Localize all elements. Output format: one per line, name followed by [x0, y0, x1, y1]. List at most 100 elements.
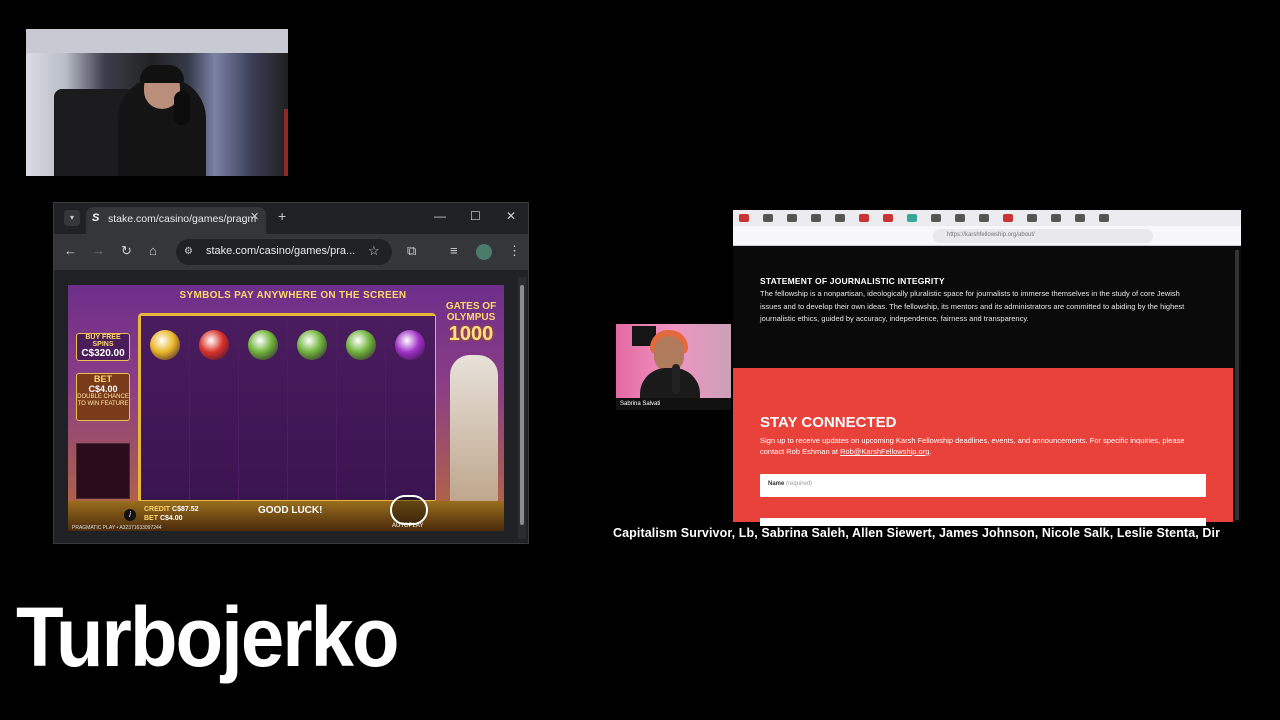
home-icon[interactable]: ⌂: [149, 243, 157, 258]
media-icon[interactable]: ≡: [450, 243, 458, 258]
provider-footer: PRAGMATIC PLAY • A32371633097244: [72, 525, 162, 531]
maximize-icon[interactable]: ☐: [470, 209, 481, 223]
zeus-character: [450, 355, 498, 505]
tab-title: stake.com/casino/games/pragm: [108, 213, 257, 225]
browser-tab-icon[interactable]: [955, 214, 965, 222]
reel-symbol: [150, 330, 180, 360]
forward-icon[interactable]: →: [92, 243, 105, 258]
browser-tab-icon[interactable]: [979, 214, 989, 222]
game-logo-title: GATES OF OLYMPUS: [445, 301, 497, 323]
slot-banner: SYMBOLS PAY ANYWHERE ON THE SCREEN: [179, 290, 407, 301]
slot-left-panel: BUY FREE SPINS C$320.00 BET C$4.00 DOUBL…: [70, 293, 130, 513]
browser-tab-icon[interactable]: [811, 214, 821, 222]
casino-browser-window: ▾ stake.com/casino/games/pragm S ✕ + — ☐…: [53, 202, 529, 544]
guest-address-bar[interactable]: https://karshfellowship.org/about/: [933, 229, 1153, 243]
statement-body: The fellowship is a nonpartisan, ideolog…: [760, 289, 1185, 323]
tab-bar: ▾ stake.com/casino/games/pragm S ✕ + — ☐…: [54, 203, 528, 234]
name-field[interactable]: Name (required): [760, 474, 1206, 497]
guest-name-label: Sabrina Salvati: [616, 398, 731, 410]
browser-tab-icon[interactable]: [1099, 214, 1109, 222]
browser-tab-icon[interactable]: [1051, 214, 1061, 222]
supporter-ticker: Capitalism Survivor, Lb, Sabrina Saleh, …: [613, 526, 1221, 540]
slot-side-box: [76, 443, 130, 499]
name-required: (required): [786, 481, 813, 487]
bookmark-star-icon[interactable]: ☆: [368, 243, 380, 259]
double-chance-button[interactable]: BET C$4.00 DOUBLE CHANCE TO WIN FEATURE: [76, 373, 130, 421]
webcam-cap: [140, 65, 184, 83]
autoplay-button[interactable]: AUTOPLAY: [392, 523, 423, 529]
guest-nav-bar: https://karshfellowship.org/about/: [733, 226, 1241, 246]
info-icon[interactable]: i: [124, 509, 136, 521]
stay-connected-section: STAY CONNECTED Sign up to receive update…: [733, 368, 1233, 526]
spin-button[interactable]: [390, 495, 428, 525]
reload-icon[interactable]: ↻: [121, 243, 132, 259]
address-bar[interactable]: stake.com/casino/games/pra...: [176, 239, 392, 265]
browser-tab-icon[interactable]: [931, 214, 941, 222]
game-logo: GATES OF OLYMPUS 1000: [440, 301, 502, 345]
guest-url-text: https://karshfellowship.org/about/: [947, 232, 1035, 238]
credit-display: CREDIT C$87.52 BET C$4.00: [144, 505, 198, 523]
reel-grid: [138, 313, 436, 503]
reel-symbol: [297, 330, 327, 360]
browser-tab-icon[interactable]: [763, 214, 773, 222]
webcam-ceiling: [26, 29, 288, 53]
browser-tab-icon[interactable]: [883, 214, 893, 222]
buy-free-spins-button[interactable]: BUY FREE SPINS C$320.00: [76, 333, 130, 361]
reel-symbol: [346, 330, 376, 360]
next-field[interactable]: [760, 518, 1206, 526]
free-spins-label: BUY FREE SPINS: [85, 334, 121, 348]
browser-tab-icon[interactable]: [739, 214, 749, 222]
stay-connected-title: STAY CONNECTED: [760, 414, 897, 431]
window-close-icon[interactable]: ✕: [506, 209, 516, 223]
slot-game: SYMBOLS PAY ANYWHERE ON THE SCREEN BUY F…: [68, 285, 504, 531]
good-luck-text: GOOD LUCK!: [258, 505, 323, 516]
bet-value: C$4.00: [88, 384, 118, 394]
name-label: Name: [768, 481, 785, 487]
browser-tab[interactable]: stake.com/casino/games/pragm: [86, 207, 266, 234]
guest-scrollbar[interactable]: [1235, 250, 1239, 520]
more-menu-icon[interactable]: ⋮: [508, 243, 521, 259]
profile-avatar[interactable]: [476, 244, 492, 260]
browser-tab-icon[interactable]: [835, 214, 845, 222]
guest-tab-bar: [733, 210, 1241, 226]
browser-tab-icon[interactable]: [907, 214, 917, 222]
statement-title: STATEMENT OF JOURNALISTIC INTEGRITY: [760, 276, 945, 286]
bet-bottom-value: C$4.00: [159, 515, 183, 522]
microphone: [174, 91, 190, 125]
reel-symbol: [395, 330, 425, 360]
extensions-icon[interactable]: ⧉: [407, 243, 416, 259]
bet-title: BET: [94, 374, 112, 384]
stay-connected-body: Sign up to receive updates on upcoming K…: [760, 435, 1210, 457]
browser-tab-icon[interactable]: [1003, 214, 1013, 222]
stay-body-end: .: [929, 447, 932, 456]
game-logo-number: 1000: [448, 323, 494, 345]
credit-label: CREDIT: [144, 506, 171, 513]
reel-symbol: [199, 330, 229, 360]
microphone: [672, 364, 680, 394]
browser-tab-icon[interactable]: [1027, 214, 1037, 222]
new-tab-icon[interactable]: +: [278, 208, 286, 224]
tabs-menu-icon[interactable]: ▾: [64, 210, 80, 226]
back-icon[interactable]: ←: [64, 243, 77, 258]
browser-tab-icon[interactable]: [787, 214, 797, 222]
stay-body-text: Sign up to receive updates on upcoming K…: [760, 436, 1185, 456]
guest-page-content: STATEMENT OF JOURNALISTIC INTEGRITY The …: [733, 246, 1241, 526]
stake-favicon-icon: S: [92, 212, 100, 224]
webcam-background-object: [284, 109, 288, 176]
email-link[interactable]: Rob@KarshFellowship.org: [840, 447, 929, 456]
bet-label: BET: [144, 515, 158, 522]
guest-browser-panel: https://karshfellowship.org/about/ STATE…: [613, 190, 1243, 526]
bet-subtext: DOUBLE CHANCE TO WIN FEATURE: [77, 394, 129, 407]
minimize-icon[interactable]: —: [434, 209, 446, 223]
reel-symbol: [248, 330, 278, 360]
browser-tab-icon[interactable]: [1075, 214, 1085, 222]
streamer-name: Turbojerko: [16, 589, 400, 685]
browser-tab-icon[interactable]: [859, 214, 869, 222]
free-spins-amount: C$320.00: [81, 348, 125, 359]
close-icon[interactable]: ✕: [250, 210, 259, 223]
scrollbar-thumb[interactable]: [520, 285, 524, 525]
site-info-icon[interactable]: ⚙: [184, 246, 193, 257]
navigation-bar: ← → ↻ ⌂ stake.com/casino/games/pra... ⚙ …: [54, 234, 528, 270]
credit-value: C$87.52: [172, 506, 199, 513]
webcam-feed: [26, 29, 288, 176]
